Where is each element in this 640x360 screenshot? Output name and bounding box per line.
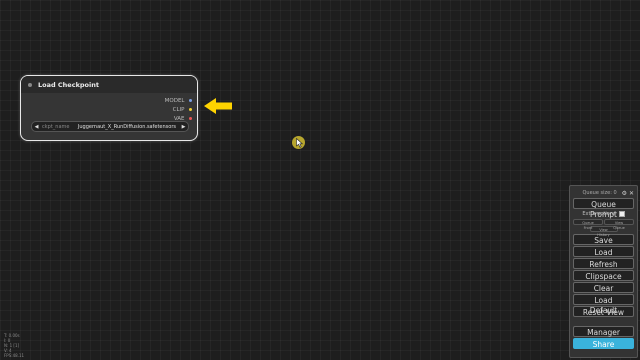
view-queue-button[interactable]: View Queue [604, 219, 634, 230]
load-button[interactable]: Load [573, 246, 634, 257]
clipspace-button[interactable]: Clipspace [573, 270, 634, 281]
settings-close-icon[interactable]: ⚙ ✕ [622, 190, 634, 197]
node-outputs: MODEL CLIP VAE [165, 96, 192, 123]
comfy-menu-panel[interactable]: Queue size: 0 ⚙ ✕ Queue Prompt Extra opt… [569, 185, 638, 358]
output-model[interactable]: MODEL [165, 96, 192, 105]
divider [573, 318, 634, 326]
menu-button-list: Save Load Refresh Clipspace Clear Load D… [573, 234, 634, 349]
queue-size-row: Queue size: 0 ⚙ ✕ [573, 188, 635, 198]
output-label: MODEL [164, 97, 185, 104]
reset-view-button[interactable]: Reset View [573, 306, 634, 317]
node-title: Load Checkpoint [38, 80, 99, 89]
output-slot-dot[interactable] [188, 107, 192, 112]
node-collapse-dot[interactable] [28, 82, 32, 87]
combo-left-arrow-icon[interactable]: ◀ [32, 124, 41, 130]
save-button[interactable]: Save [573, 234, 634, 245]
extra-options-checkbox[interactable] [618, 211, 625, 217]
queue-front-button[interactable]: Queue Front [573, 219, 603, 230]
refresh-button[interactable]: Refresh [573, 258, 634, 269]
load-default-button[interactable]: Load Default [573, 294, 634, 315]
canvas[interactable]: { "node": { "title": "Load Checkpoint", … [0, 0, 640, 360]
load-checkpoint-node[interactable]: Load Checkpoint MODEL CLIP VAE ◀ ckpt_na… [20, 75, 198, 141]
extra-options-label: Extra options [582, 211, 616, 217]
render-stats: T: 0.00s I: 0 N: 1 [1] V: 4 FPS:48.11 [4, 333, 24, 358]
combo-right-arrow-icon[interactable]: ▶ [179, 124, 188, 130]
manager-button[interactable]: Manager [573, 326, 634, 337]
annotation-arrow-icon [204, 98, 232, 114]
output-clip[interactable]: CLIP [165, 105, 192, 114]
output-slot-dot[interactable] [188, 98, 192, 103]
queue-size-label: Queue size: 0 [582, 190, 617, 196]
combo-value: Juggernaut_X_RunDiffusion.safetensors [77, 123, 176, 130]
ckpt-name-combo[interactable]: ◀ ckpt_name Juggernaut_X_RunDiffusion.sa… [31, 121, 189, 132]
queue-buttons-row: Queue Front View Queue [573, 219, 634, 230]
queue-prompt-button[interactable]: Queue Prompt [573, 198, 634, 219]
output-slot-dot[interactable] [188, 116, 192, 121]
combo-label: ckpt_name [42, 123, 70, 130]
share-button[interactable]: Share [573, 338, 634, 349]
extra-options-row: Extra options [573, 210, 634, 218]
node-header[interactable]: Load Checkpoint [21, 76, 197, 93]
mouse-cursor-icon [296, 138, 303, 148]
output-label: CLIP [172, 106, 185, 113]
stat-line: FPS:48.11 [4, 353, 25, 358]
clear-button[interactable]: Clear [573, 282, 634, 293]
